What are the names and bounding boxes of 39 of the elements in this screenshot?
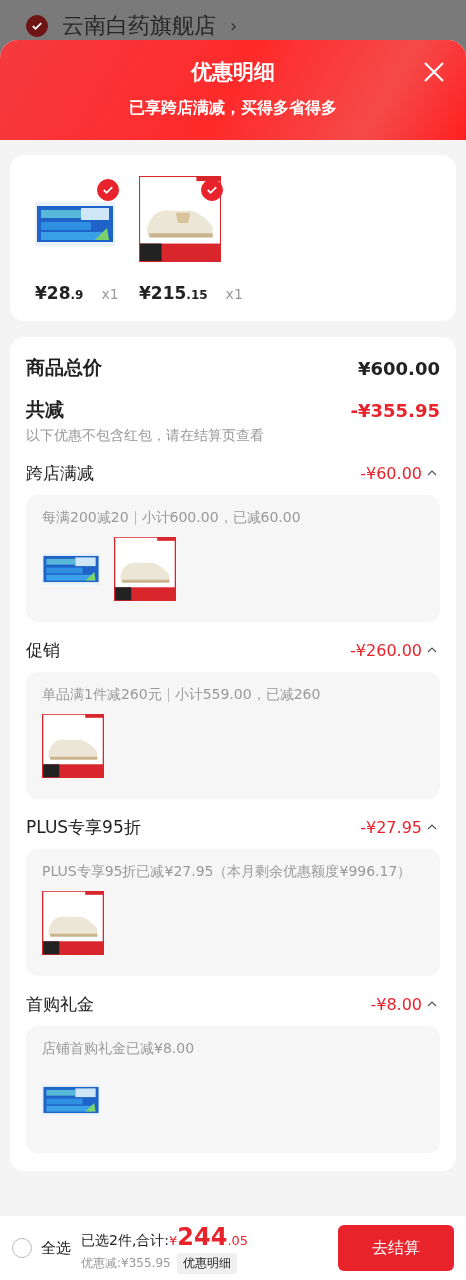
detail-text: 小计600.00，已减60.00 [141,509,301,527]
rule-text: 单品满1件减260元 [42,686,162,704]
sheet-title: 优惠明细 [191,59,275,86]
detail-text: PLUS专享95折已减¥27.95（本月剩余优惠额度¥996.17） [42,863,412,881]
chevron-icon[interactable] [427,647,437,653]
section-amount: -¥8.00 [370,994,422,1014]
selected-count: 已选2件,合计: [81,1231,170,1250]
total-value: ¥600.00 [358,357,440,379]
total-label: 商品总价 [26,355,102,380]
section-title: PLUS专享95折 [26,815,142,839]
total-price: ¥244.05 [169,1222,249,1251]
detail-text: 小计559.00，已减260 [174,686,321,704]
select-all-label[interactable]: 全选 [41,1238,71,1258]
shop-name: 云南白药旗舰店 [62,12,216,40]
sheet-subtitle: 已享跨店满减，买得多省得多 [129,98,337,119]
saved-amount: 优惠减:¥355.95 [81,1254,171,1272]
discount-note: 以下优惠不包含红包，请在结算页查看 [26,427,265,445]
discount-value: -¥355.95 [350,399,440,421]
chevron-icon[interactable] [427,1001,437,1007]
product-price: ¥28.9 [35,283,84,303]
rule-text: 每满200减20 [42,509,129,527]
product-quantity: x1 [225,286,243,302]
section-title: 促销 [26,638,61,662]
discount-label: 共减 [26,397,64,422]
checkout-button[interactable]: 去结算 [338,1225,454,1271]
product-price: ¥215.15 [139,283,208,303]
check-icon[interactable] [97,179,119,201]
chevron-icon[interactable] [427,470,437,476]
section-title: 首购礼金 [26,992,95,1016]
section-amount: -¥260.00 [350,640,422,660]
detail-text: 店铺首购礼金已减¥8.00 [42,1040,195,1058]
close-button[interactable] [422,60,446,84]
product-quantity: x1 [101,286,119,302]
chevron-icon: › [230,12,238,40]
section-title: 跨店满减 [26,461,95,485]
section-amount: -¥27.95 [360,817,422,837]
chevron-icon[interactable] [427,824,437,830]
discount-detail-button[interactable]: 优惠明细 [176,1252,237,1274]
section-amount: -¥60.00 [360,463,422,483]
